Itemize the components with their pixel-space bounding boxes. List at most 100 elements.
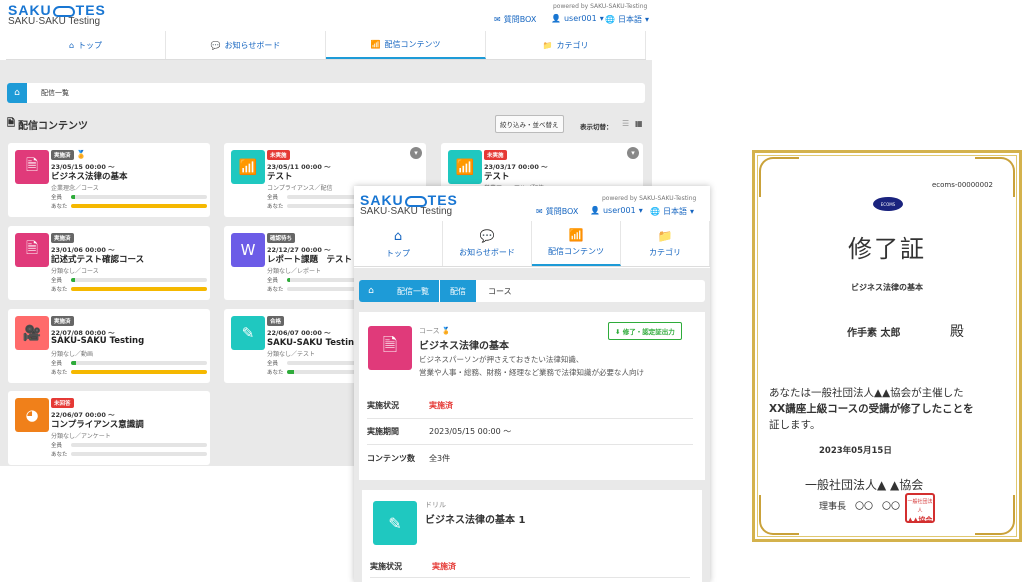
bar-label-you: あなた xyxy=(51,370,68,376)
mail-icon: ✉ xyxy=(536,207,543,216)
card-title: テスト xyxy=(267,172,293,182)
user-icon: 👤 xyxy=(551,14,561,23)
caret-icon: ▾ xyxy=(599,14,604,23)
help-box-link[interactable]: ✉ 質問BOX xyxy=(536,206,578,217)
user-menu[interactable]: 👤 user001 ▾ xyxy=(551,14,604,23)
issuer-name: 一般社団法人▲ ▲協会 xyxy=(805,478,924,492)
card-category: 分類なし／動画 xyxy=(51,351,94,358)
nav-contents[interactable]: 📶 配信コンテンツ xyxy=(532,221,621,266)
breadcrumb-item[interactable]: 配信一覧 xyxy=(41,88,69,98)
bar-label-you: あなた xyxy=(51,287,68,293)
folder-icon: 📁 xyxy=(542,40,553,50)
wifi-icon: 📶 xyxy=(448,150,482,184)
content-card[interactable]: 🗎 実施済 23/01/06 00:00 ～記述式テスト確認コース 分類なし／コース全… xyxy=(8,226,210,300)
powered-by: powered by SAKU-SAKU-Testing xyxy=(553,3,648,10)
progress-you xyxy=(71,452,207,456)
document-icon: 🗎 xyxy=(7,118,16,129)
drill-panel[interactable]: ✎ ドリル ビジネス法律の基本 1 実施状況 実施済 xyxy=(362,490,702,582)
wifi-icon: 📶 xyxy=(370,39,381,49)
certificate-id: ecoms-00000002 xyxy=(931,181,993,189)
user-menu[interactable]: 👤 user001 ▾ xyxy=(590,206,643,215)
main-nav: ⌂ トップ 💬 お知らせボード 📶 配信コンテンツ 📁 カテゴリ xyxy=(354,221,710,267)
course-description: ビジネスパーソンが押さえておきたい法律知識、 営業や人事・総務、財務・経理など業務… xyxy=(419,355,644,377)
progress-all xyxy=(71,278,207,282)
progress-you xyxy=(71,370,207,374)
status-badge: 未実施 xyxy=(267,150,290,160)
nav-contents[interactable]: 📶 配信コンテンツ xyxy=(326,31,486,59)
caret-icon: ▾ xyxy=(689,207,694,216)
breadcrumb-item[interactable]: 配信 xyxy=(439,280,476,302)
certificate-button[interactable]: ⬇ 修了・認定証出力 xyxy=(608,322,682,340)
bar-label-you: あなた xyxy=(267,204,284,210)
header: SAKU TES SAKU·SAKU Testing powered by SAK… xyxy=(0,0,652,30)
nav-category[interactable]: 📁 カテゴリ xyxy=(621,221,710,266)
card-title: レポート課題 テスト xyxy=(267,255,353,265)
content-card[interactable]: 🎥 実施済 22/07/08 00:00 ～ SAKU-SAKU Testing 分類な… xyxy=(8,309,210,383)
download-icon: ⬇ xyxy=(615,328,621,336)
breadcrumb: ⌂ 配信一覧 xyxy=(7,83,645,103)
home-icon[interactable]: ⌂ xyxy=(359,280,383,302)
bar-label-you: あなた xyxy=(51,204,68,210)
period-row: 実施期間 2023/05/15 00:00 ～ xyxy=(367,419,693,445)
breadcrumb: ⌂ 配信一覧 配信 コース xyxy=(359,280,705,302)
page-title: 🗎 配信コンテンツ xyxy=(7,118,89,132)
progress-you xyxy=(71,204,207,208)
nav-notice-board[interactable]: 💬 お知らせボード xyxy=(166,31,326,59)
pencil-icon: ✎ xyxy=(231,316,265,350)
chevron-down-icon[interactable]: ▾ xyxy=(410,147,422,159)
breadcrumb-item[interactable]: 配信一覧 xyxy=(383,280,439,302)
caret-icon: ▾ xyxy=(644,15,649,24)
app-logo[interactable]: SAKU TES SAKU·SAKU Testing xyxy=(360,193,458,217)
course-kind: コース 🏅 xyxy=(419,327,451,335)
status-row: 実施状況 実施済 xyxy=(367,393,693,419)
document-icon: 🗎 xyxy=(15,233,49,267)
home-icon[interactable]: ⌂ xyxy=(7,83,27,103)
card-title: SAKU-SAKU Testing xyxy=(51,336,145,346)
certificate-course: ビジネス法律の基本 xyxy=(851,283,923,292)
detail-screen: SAKU TES SAKU·SAKU Testing powered by SAK… xyxy=(354,186,710,582)
folder-icon: 📁 xyxy=(657,229,673,243)
content-count-row: コンテンツ数 全3件 xyxy=(367,453,451,463)
card-category: 分類なし／コース xyxy=(51,268,99,275)
content-card[interactable]: ◕ 未回答 22/06/07 00:00 ～コンプライアンス意識調 分類なし／アンケー… xyxy=(8,391,210,465)
progress-you xyxy=(71,287,207,291)
recipient-name: 作手素 太郎 xyxy=(847,328,901,339)
caret-icon: ▾ xyxy=(638,206,643,215)
powered-by: powered by SAKU-SAKU-Testing xyxy=(602,195,697,202)
card-title: 記述式テスト確認コース xyxy=(51,255,145,265)
card-category: 企業理念／コース xyxy=(51,185,99,192)
bar-label-all: 全員 xyxy=(51,361,63,367)
language-menu[interactable]: 🌐 日本語 ▾ xyxy=(650,206,694,217)
status-badge: 実施済 xyxy=(51,316,74,326)
certificate: ecoms-00000002 ECOMS 修了証 ビジネス法律の基本 作手素 太… xyxy=(752,150,1022,542)
help-box-link[interactable]: ✉ 質問BOX xyxy=(494,14,536,25)
chevron-down-icon[interactable]: ▾ xyxy=(627,147,639,159)
nav-notice-board[interactable]: 💬 お知らせボード xyxy=(443,221,532,266)
card-category: コンプライアンス／配信 xyxy=(267,185,333,192)
grid-view-icon[interactable]: ▦ xyxy=(635,119,643,128)
bar-label-all: 全員 xyxy=(51,443,63,449)
progress-all xyxy=(71,361,207,365)
list-view-icon[interactable]: ☰ xyxy=(622,119,629,128)
language-menu[interactable]: 🌐 日本語 ▾ xyxy=(605,14,649,25)
official-seal: 一般社団法人 ▲▲協会 xyxy=(905,493,935,524)
document-icon: 🗎 xyxy=(15,150,49,184)
ornament xyxy=(975,495,1015,535)
content-card[interactable]: 🗎 実施済 🏅 23/05/15 00:00 ～ビジネス法律の基本 企業理念／コース全… xyxy=(8,143,210,217)
nav-category[interactable]: 📁 カテゴリ xyxy=(486,31,646,59)
card-title: ビジネス法律の基本 xyxy=(51,172,128,182)
app-logo[interactable]: SAKU TES SAKU·SAKU Testing xyxy=(8,3,106,27)
bar-label-all: 全員 xyxy=(51,278,63,284)
user-icon: 👤 xyxy=(590,206,600,215)
nav-top[interactable]: ⌂ トップ xyxy=(354,221,443,266)
bar-label-all: 全員 xyxy=(267,195,279,201)
word-icon: W xyxy=(231,233,265,267)
nav-top[interactable]: ⌂ トップ xyxy=(6,31,166,59)
issue-date: 2023年05月15日 xyxy=(819,446,892,456)
card-category: 分類なし／レポート xyxy=(267,268,322,275)
card-title: テスト xyxy=(484,172,510,182)
filter-button[interactable]: 絞り込み・並べ替え xyxy=(495,115,564,133)
honorific: 殿 xyxy=(950,324,964,340)
medal-icon: 🏅 xyxy=(76,150,87,159)
drill-kind: ドリル xyxy=(425,501,446,509)
